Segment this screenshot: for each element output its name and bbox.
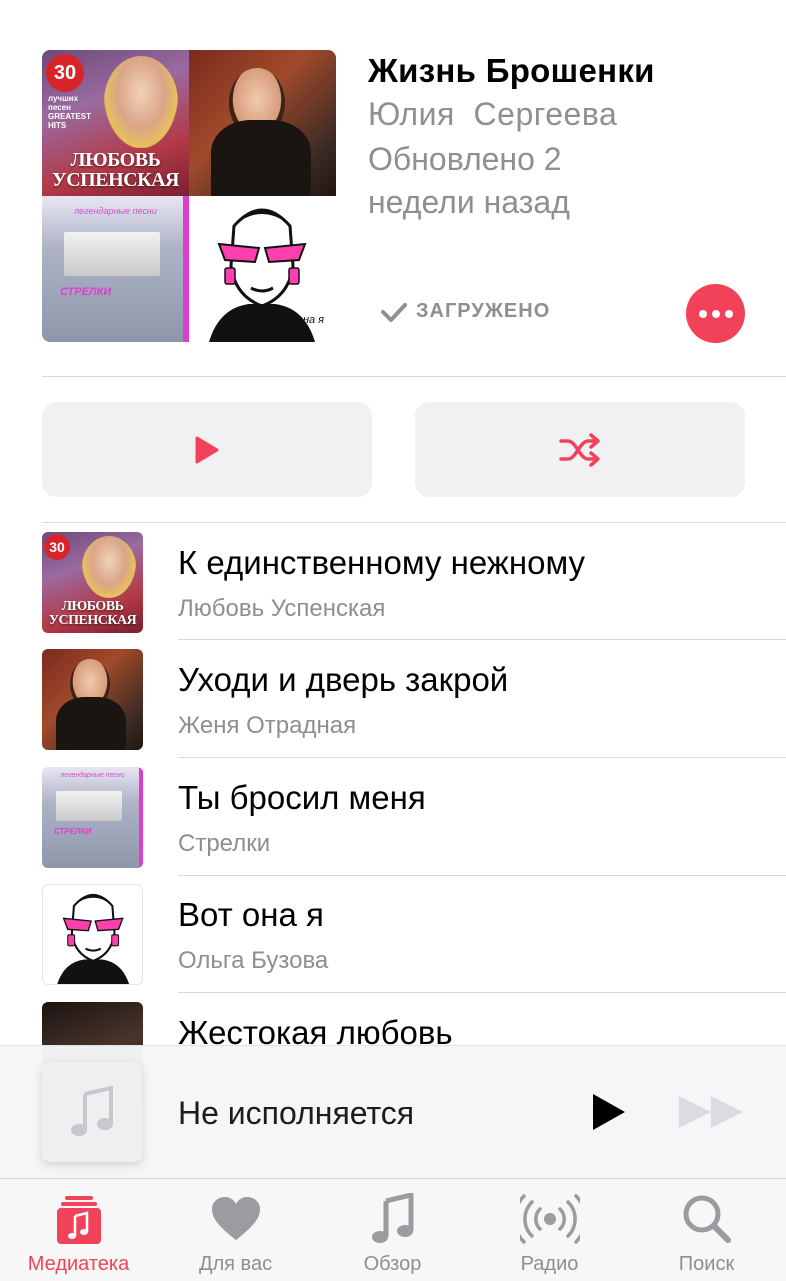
now-playing-artwork (42, 1062, 142, 1162)
art-text: УСПЕНСКАЯ (52, 169, 179, 191)
fast-forward-icon (679, 1096, 743, 1128)
library-icon (56, 1196, 101, 1244)
mini-player[interactable]: Не исполняется (0, 1045, 786, 1179)
art-text: легендарные песни (74, 206, 157, 216)
art-text: ЛЮБОВЬ (70, 149, 161, 171)
tab-search[interactable]: Поиск (628, 1179, 785, 1281)
tab-label: Поиск (678, 1253, 735, 1275)
tab-label: Для вас (198, 1253, 273, 1275)
forward-button[interactable] (676, 1090, 746, 1134)
downloaded-label: ЗАГРУЖЕНО (416, 300, 551, 322)
play-icon (593, 1094, 625, 1130)
music-note-icon (371, 1193, 413, 1243)
divider (42, 376, 786, 377)
song-artwork (42, 649, 143, 750)
playlist-title: Жизнь Брошенки (368, 52, 655, 89)
art-text: ЛЮБОВЬ (61, 599, 124, 614)
mini-play-button[interactable] (584, 1090, 632, 1134)
tab-label: Обзор (363, 1253, 422, 1275)
album-art-buzova: вот она я (189, 196, 336, 342)
tab-browse[interactable]: Обзор (314, 1179, 471, 1281)
song-artwork: легендарные песни СТРЕЛКИ (42, 767, 143, 868)
tab-radio[interactable]: Радио (471, 1179, 628, 1281)
search-icon (683, 1195, 731, 1243)
song-title: Ты бросил меня (178, 779, 426, 816)
now-playing-title: Не исполняется (178, 1095, 415, 1131)
art-text: легендарные песни (60, 772, 125, 779)
art-text: HITS (48, 121, 67, 130)
downloaded-status: ЗАГРУЖЕНО (380, 300, 550, 323)
ellipsis-icon (698, 309, 707, 318)
song-artist: Любовь Успенская (178, 595, 386, 622)
play-button[interactable] (42, 402, 372, 497)
art-text: СТРЕЛКИ (60, 286, 112, 298)
song-title: Вот она я (178, 896, 324, 933)
play-icon (195, 436, 219, 463)
album-art-otradnaya (189, 50, 336, 200)
shuffle-button[interactable] (415, 402, 745, 497)
song-artwork: 30 ЛЮБОВЬ УСПЕНСКАЯ (42, 532, 143, 633)
shuffle-icon (559, 432, 600, 467)
art-text: вот она я (273, 314, 325, 326)
badge-30: 30 (46, 54, 84, 92)
playlist-author[interactable]: Юлия Сергеева (368, 96, 617, 133)
tab-for-you[interactable]: Для вас (157, 1179, 314, 1281)
heart-icon (211, 1197, 260, 1240)
art-text: УСПЕНСКАЯ (48, 613, 137, 628)
playlist-updated: Обновлено 2 недели назад (368, 141, 570, 220)
album-art-uspenskaya: 30 лучших песен GREATEST HITS ЛЮБОВЬ УСП… (42, 50, 189, 196)
tab-library[interactable]: Медиатека (0, 1179, 157, 1281)
art-text: песен (48, 103, 71, 112)
song-row[interactable]: 30 ЛЮБОВЬ УСПЕНСКАЯ К единственному нежн… (0, 523, 786, 640)
tab-label: Медиатека (27, 1253, 130, 1275)
album-art-strelki: легендарные песни СТРЕЛКИ (42, 196, 189, 342)
song-row[interactable]: Уходи и дверь закрой Женя Отрадная (0, 640, 786, 758)
song-row[interactable]: Вот она я Ольга Бузова (0, 875, 786, 993)
song-title: К единственному нежному (178, 544, 586, 581)
checkmark-icon (381, 302, 407, 322)
song-row[interactable]: легендарные песни СТРЕЛКИ Ты бросил меня… (0, 758, 786, 876)
playlist-artwork-collage: 30 лучших песен GREATEST HITS ЛЮБОВЬ УСП… (42, 50, 336, 342)
song-title: Уходи и дверь закрой (178, 661, 509, 698)
tab-label: Радио (520, 1253, 579, 1275)
art-text: СТРЕЛКИ (54, 827, 92, 836)
art-text: лучших (48, 94, 79, 103)
radio-icon (519, 1194, 580, 1244)
art-text: GREATEST (48, 112, 91, 121)
more-options-button[interactable] (686, 284, 745, 343)
music-note-icon (71, 1086, 113, 1136)
song-artist: Ольга Бузова (178, 947, 329, 974)
song-artist: Женя Отрадная (178, 712, 357, 739)
song-artwork (42, 884, 143, 985)
badge-30: 30 (44, 534, 70, 560)
tab-bar: Медиатека Для вас Обзор Радио Поиск (0, 1178, 786, 1281)
song-artist: Стрелки (178, 830, 271, 857)
